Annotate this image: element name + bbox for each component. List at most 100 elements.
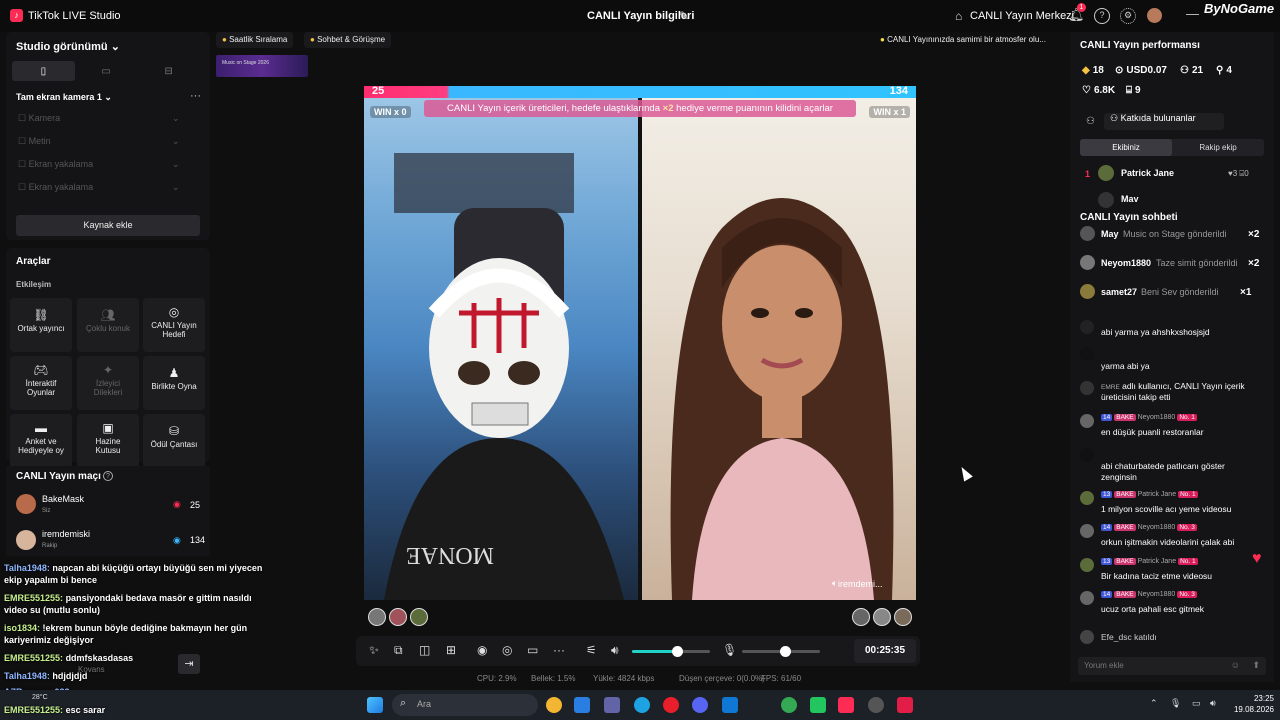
avatar	[1098, 165, 1114, 181]
volume-knob[interactable]	[672, 646, 684, 657]
add-source-button[interactable]: Kaynak ekle	[16, 215, 200, 236]
overlay-comment: EMRE551255: esc sarar	[4, 705, 106, 715]
adjust-icon[interactable]: ⚟	[586, 643, 597, 657]
gear-icon[interactable]: ⚙	[1120, 8, 1136, 24]
avatar	[1080, 255, 1095, 270]
tab-your-team[interactable]: Ekibiniz	[1080, 139, 1172, 156]
add-media-icon[interactable]: ⊞	[446, 643, 456, 657]
portrait-view-tab[interactable]: ▯	[12, 61, 75, 81]
weather-widget[interactable]: 28°C	[32, 694, 48, 701]
co-host-tool[interactable]: ⛓ Ortak yayıncı	[10, 298, 72, 352]
diamonds-stat: ◆ 18	[1082, 65, 1104, 76]
wishes-icon: ✦	[102, 363, 114, 377]
avatar[interactable]	[1147, 8, 1162, 23]
whatsapp-icon[interactable]	[810, 697, 826, 713]
chevron-down-icon[interactable]: ⌄	[172, 113, 180, 124]
home-icon[interactable]: ⌂	[955, 9, 962, 23]
gift-thumbnail[interactable]: Music on Stage 2026	[216, 55, 308, 77]
chat-meet-chip[interactable]: ● Sohbet & Görüşme	[304, 32, 392, 48]
interactive-games-tool[interactable]: 🎮︎ İnteraktif Oyunlar	[10, 356, 72, 410]
tools-title: Araçlar	[16, 256, 51, 267]
avatar	[1080, 591, 1094, 605]
source-item-screen-2[interactable]: ☐ Ekran yakalama	[18, 182, 93, 193]
windows-start-icon[interactable]	[367, 697, 383, 713]
tiktok-studio-icon[interactable]	[838, 697, 854, 713]
minimize-icon[interactable]: —	[1186, 6, 1199, 21]
source-item-text[interactable]: ☐ Metin	[18, 136, 51, 147]
scene-selector[interactable]: Tam ekran kamera 1 ⌄	[16, 92, 112, 103]
multi-guest-icon: 👥︎	[100, 308, 116, 322]
chevron-down-icon[interactable]: ⌄	[172, 136, 180, 147]
play-together-tool[interactable]: ♟ Birlikte Oyna	[143, 356, 205, 410]
help-icon[interactable]: ?	[1094, 8, 1110, 24]
youtube-icon[interactable]	[897, 697, 913, 713]
match-score: 25	[190, 500, 201, 510]
mic-slider[interactable]	[742, 646, 820, 657]
volume-slider[interactable]	[632, 646, 710, 657]
treasure-box-tool[interactable]: ▣ Hazine Kutusu	[77, 414, 139, 468]
match-player-name: BakeMask	[42, 494, 85, 504]
more-options-icon[interactable]: ···	[553, 643, 565, 657]
tab-rival-team[interactable]: Rakip ekip	[1172, 139, 1264, 156]
video-icon[interactable]: ▭	[527, 643, 538, 657]
avatar	[1080, 630, 1094, 644]
chrome-icon[interactable]	[546, 697, 562, 713]
person-icon[interactable]: ⚇	[1086, 116, 1095, 127]
likes-stat: ♡ 6.8K	[1082, 85, 1116, 96]
chevron-down-icon[interactable]: ⌄	[172, 159, 180, 170]
studio-view-dropdown[interactable]: Studio görünümü ⌄	[16, 40, 120, 53]
speaker-icon[interactable]: 🔊︎	[611, 643, 619, 658]
live-center-link[interactable]: CANLI Yayın Merkezi	[970, 10, 1074, 22]
settings-icon[interactable]	[868, 697, 884, 713]
avatar[interactable]	[389, 608, 407, 626]
overlay-comment: Talha1948: napcan abi küçüğü ortayı büyü…	[4, 563, 263, 585]
comment-input[interactable]: Yorum ekle ☺ ⬆	[1078, 657, 1266, 675]
clock[interactable]: 23:25 19.08.2026	[1228, 693, 1274, 715]
viewer-wishes-tool[interactable]: ✦ İzleyici Dilekleri	[77, 356, 139, 410]
avatar[interactable]	[894, 608, 912, 626]
mail-icon[interactable]	[722, 697, 738, 713]
hourly-ranking-chip[interactable]: ● Saatlik Sıralama	[216, 32, 294, 48]
opera-icon[interactable]	[663, 697, 679, 713]
edge-icon[interactable]	[634, 697, 650, 713]
teams-icon[interactable]	[604, 697, 620, 713]
discord-icon[interactable]	[692, 697, 708, 713]
mic-knob[interactable]	[779, 646, 791, 657]
live-goal-tool[interactable]: ◎ CANLI Yayın Hedefi	[143, 298, 205, 352]
avatar[interactable]	[873, 608, 891, 626]
svg-text:MONAE: MONAE	[406, 542, 494, 568]
network-icon[interactable]: ▭	[1192, 698, 1201, 709]
mic-tray-icon[interactable]: 🎙︎	[1170, 698, 1181, 709]
avatar[interactable]	[410, 608, 428, 626]
browser-icon[interactable]	[781, 697, 797, 713]
live-preview[interactable]: MONAE 25 134 WIN x 0 WIN x 1 CANLI Yayın…	[364, 86, 916, 600]
volume-tray-icon[interactable]: 🔊︎	[1210, 698, 1216, 709]
source-item-camera[interactable]: ☐ Kamera	[18, 113, 60, 124]
edit-icon[interactable]: ✎	[679, 9, 689, 23]
landscape-view-tab[interactable]: ▭	[75, 61, 138, 81]
dropped-frames-stat: Düşen çerçeve: 0(0.0%)	[679, 674, 765, 683]
send-icon[interactable]: ⬆	[1252, 660, 1260, 671]
magic-wand-icon[interactable]: ✨︎	[369, 643, 379, 658]
emoji-icon[interactable]: ☺	[1231, 660, 1240, 670]
volume-fill	[632, 650, 678, 653]
camera-capture-icon[interactable]: ◫	[419, 643, 430, 657]
source-item-screen[interactable]: ☐ Ekran yakalama	[18, 159, 93, 170]
tip-banner[interactable]: ● CANLI Yayınınızda samimi bir atmosfer …	[874, 32, 1052, 48]
tray-chevron-icon[interactable]: ⌃	[1150, 698, 1158, 709]
record-icon[interactable]: ◉	[477, 643, 487, 657]
multi-guest-tool[interactable]: 👥︎ Çoklu konuk	[77, 298, 139, 352]
microphone-icon[interactable]: 🎙︎	[722, 643, 737, 657]
avatar[interactable]	[852, 608, 870, 626]
taskbar-search[interactable]: ⌕ Ara	[392, 694, 538, 716]
effects-icon[interactable]: ⧉	[394, 643, 403, 658]
avatar[interactable]	[368, 608, 386, 626]
poll-tool[interactable]: ▬ Anket ve Hediyeyle oy	[10, 414, 72, 468]
more-options-icon[interactable]: ···	[190, 90, 201, 102]
reward-bag-tool[interactable]: ⛁ Ödül Çantası	[143, 414, 205, 468]
help-icon[interactable]: ?	[103, 471, 113, 481]
chevron-down-icon[interactable]: ⌄	[172, 182, 180, 193]
file-explorer-icon[interactable]	[574, 697, 590, 713]
clip-icon[interactable]: ◎	[502, 643, 512, 657]
split-view-tab[interactable]: ⊟	[137, 61, 200, 81]
